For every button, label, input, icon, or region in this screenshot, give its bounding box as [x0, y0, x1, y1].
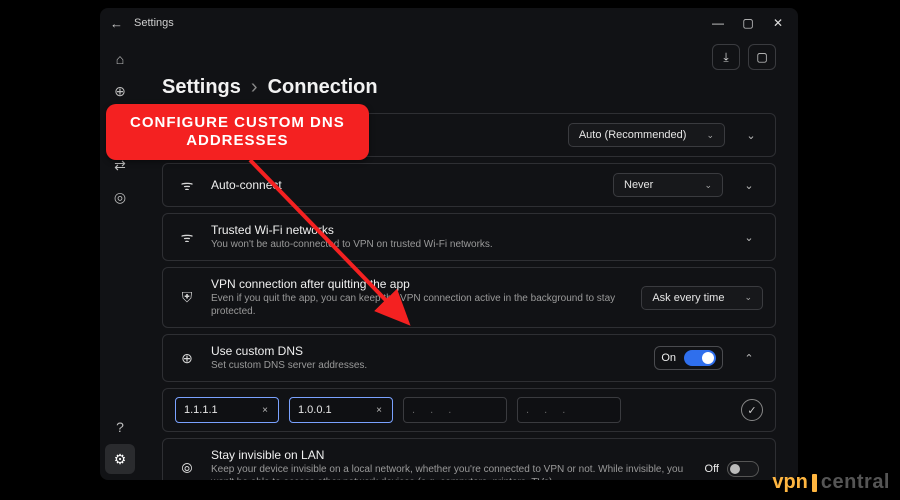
collapse-customdns[interactable]: ⌃: [735, 352, 763, 365]
wifi-icon: ᯤ: [175, 173, 199, 197]
window-title: Settings: [130, 17, 704, 29]
clear-icon[interactable]: ×: [374, 405, 384, 416]
chevron-down-icon: ⌄: [744, 292, 752, 303]
globe-icon: ⊕: [175, 346, 199, 370]
bell-icon: ▢: [756, 50, 767, 64]
chevron-down-icon: ⌄: [704, 180, 712, 191]
dns-input-2[interactable]: 1.0.0.1 ×: [289, 397, 393, 423]
expand-autoconnect[interactable]: ⌄: [735, 179, 763, 192]
download-icon: ⤓: [723, 50, 728, 65]
annotation-callout: CONFIGURE CUSTOM DNS ADDRESSES: [106, 104, 369, 160]
back-button[interactable]: ←: [110, 16, 130, 31]
target-icon: ◎: [114, 189, 126, 206]
home-icon: ⌂: [116, 51, 124, 67]
toggle-label: On: [661, 352, 676, 364]
page-title: Connection: [268, 76, 378, 99]
titlebar: ← Settings — ▢ ✕: [100, 8, 798, 38]
clear-icon[interactable]: ×: [260, 405, 270, 416]
lan-row: ⦾ Stay invisible on LAN Keep your device…: [162, 438, 776, 480]
trusted-wifi-row: ᯤ Trusted Wi-Fi networks You won't be au…: [162, 213, 776, 261]
window-controls: — ▢ ✕: [704, 11, 792, 35]
lan-desc: Keep your device invisible on a local ne…: [211, 463, 689, 480]
customdns-toggle[interactable]: On: [654, 346, 723, 370]
close-button[interactable]: ✕: [764, 11, 792, 35]
download-button[interactable]: ⤓: [712, 44, 740, 70]
lan-toggle[interactable]: Off: [701, 461, 763, 477]
dns-placeholder: . . .: [412, 404, 457, 416]
after-quit-row: ⛨ VPN connection after quitting the app …: [162, 267, 776, 328]
watermark-vpn: vpn: [772, 471, 808, 494]
protocol-value: Auto (Recommended): [579, 129, 687, 141]
switch-off-icon: [727, 461, 759, 477]
dns-input-1[interactable]: 1.1.1.1 ×: [175, 397, 279, 423]
breadcrumb-root[interactable]: Settings: [162, 76, 241, 99]
afterquit-select[interactable]: Ask every time ⌄: [641, 286, 763, 310]
custom-dns-row: ⊕ Use custom DNS Set custom DNS server a…: [162, 334, 776, 382]
annotation-line1: CONFIGURE CUSTOM DNS: [130, 114, 345, 131]
dns-inputs-row: 1.1.1.1 × 1.0.0.1 × . . . . . .: [162, 388, 776, 432]
watermark-central: central: [821, 471, 890, 494]
settings-window: ← Settings — ▢ ✕ ⌂ ⊕ ⇄ ◎ ?: [100, 8, 798, 480]
afterquit-value: Ask every time: [652, 292, 724, 304]
trusted-title: Trusted Wi-Fi networks: [211, 223, 723, 237]
top-actions: ⤓ ▢: [162, 44, 776, 70]
sidebar-globe[interactable]: ⊕: [105, 76, 135, 106]
invisible-icon: ⦾: [175, 457, 199, 481]
sidebar-help[interactable]: ?: [105, 412, 135, 442]
afterquit-desc: Even if you quit the app, you can keep t…: [211, 292, 629, 318]
autoconnect-select[interactable]: Never ⌄: [613, 173, 723, 197]
watermark-bar-icon: [812, 474, 817, 492]
dns-confirm-button[interactable]: ✓: [741, 399, 763, 421]
toggle-label: Off: [705, 463, 719, 475]
watermark: vpn central: [772, 471, 890, 494]
dns-placeholder: . . .: [526, 404, 571, 416]
maximize-button[interactable]: ▢: [734, 11, 762, 35]
settings-list: Auto (Recommended) ⌄ ⌄ ᯤ Auto-connect Ne…: [162, 113, 776, 480]
switch-on-icon: [684, 350, 716, 366]
sidebar-target[interactable]: ◎: [105, 182, 135, 212]
autoconnect-row: ᯤ Auto-connect Never ⌄ ⌄: [162, 163, 776, 207]
sidebar-settings[interactable]: ⚙: [105, 444, 135, 474]
breadcrumb: Settings › Connection: [162, 76, 776, 99]
minimize-button[interactable]: —: [704, 11, 732, 35]
customdns-desc: Set custom DNS server addresses.: [211, 359, 642, 372]
dns-value-1: 1.1.1.1: [184, 404, 218, 416]
sidebar-home[interactable]: ⌂: [105, 44, 135, 74]
shield-icon: ⛨: [175, 286, 199, 310]
trusted-desc: You won't be auto-connected to VPN on tr…: [211, 238, 723, 251]
gear-icon: ⚙: [114, 451, 127, 468]
wifi-icon: ᯤ: [175, 225, 199, 249]
dns-input-4[interactable]: . . .: [517, 397, 621, 423]
expand-protocol[interactable]: ⌄: [737, 129, 765, 142]
globe-icon: ⊕: [114, 83, 126, 100]
check-icon: ✓: [747, 404, 756, 417]
help-icon: ?: [116, 419, 124, 435]
autoconnect-value: Never: [624, 179, 653, 191]
notifications-button[interactable]: ▢: [748, 44, 776, 70]
chevron-down-icon: ⌄: [706, 130, 714, 141]
protocol-select[interactable]: Auto (Recommended) ⌄: [568, 123, 725, 147]
annotation-line2: ADDRESSES: [186, 132, 288, 149]
autoconnect-title: Auto-connect: [211, 178, 601, 192]
chevron-right-icon: ›: [251, 76, 258, 99]
customdns-title: Use custom DNS: [211, 344, 642, 358]
dns-value-2: 1.0.0.1: [298, 404, 332, 416]
lan-title: Stay invisible on LAN: [211, 448, 689, 462]
dns-input-3[interactable]: . . .: [403, 397, 507, 423]
expand-trusted[interactable]: ⌄: [735, 231, 763, 244]
afterquit-title: VPN connection after quitting the app: [211, 277, 629, 291]
